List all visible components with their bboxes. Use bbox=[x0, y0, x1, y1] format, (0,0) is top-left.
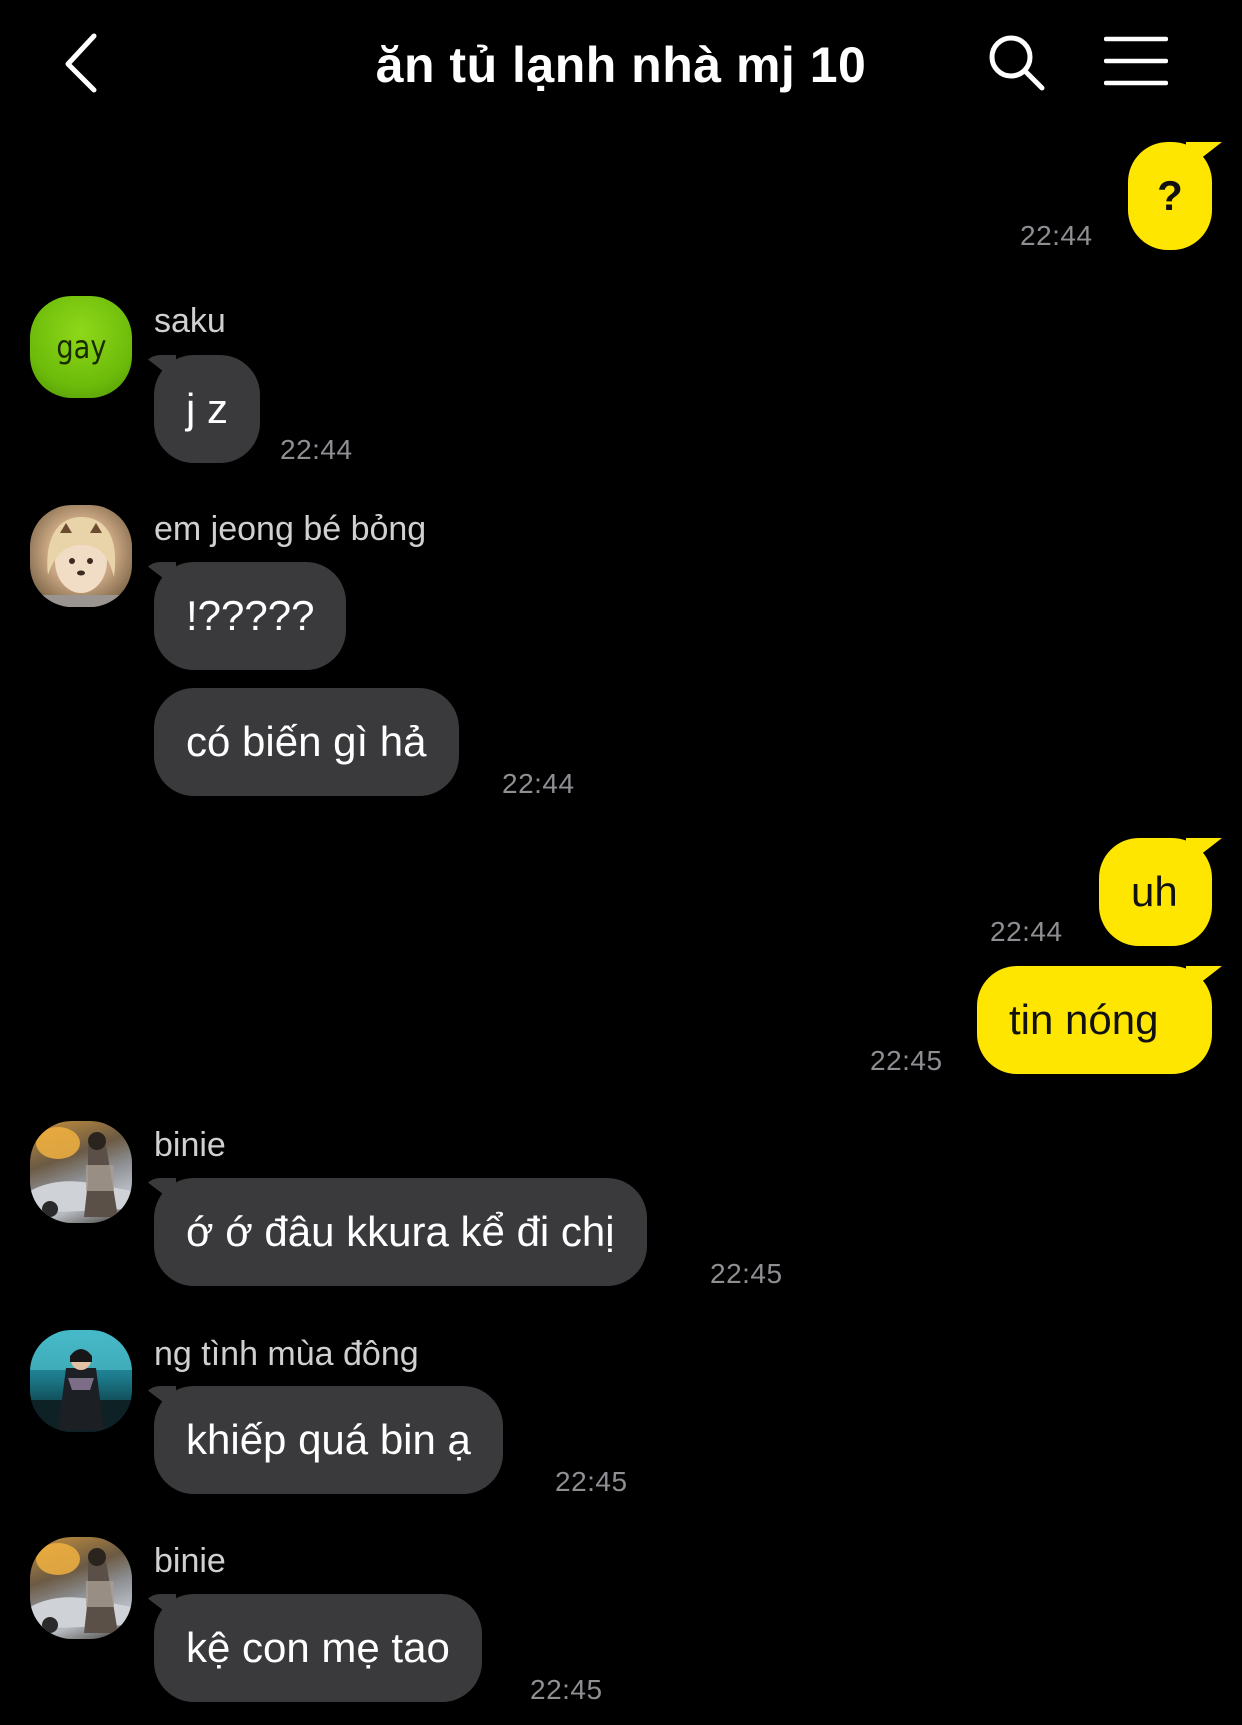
menu-button[interactable] bbox=[1103, 34, 1169, 88]
message-text: ớ ớ đâu kkura kể đi chị bbox=[186, 1208, 615, 1255]
message-timestamp: 22:44 bbox=[990, 916, 1063, 947]
avatar-binie[interactable] bbox=[30, 1537, 132, 1639]
message-timestamp: 22:45 bbox=[710, 1258, 783, 1289]
their-message-bubble[interactable]: j z bbox=[154, 355, 260, 463]
search-icon bbox=[989, 35, 1045, 91]
avatar-binie[interactable] bbox=[30, 1121, 132, 1223]
message-timestamp: 22:44 bbox=[502, 768, 575, 799]
avatar-saku[interactable]: gay bbox=[30, 296, 132, 398]
message-timestamp: 22:44 bbox=[280, 434, 353, 465]
profile-photo-icon bbox=[30, 1127, 132, 1217]
profile-photo-icon bbox=[30, 1543, 132, 1633]
message-text: !????? bbox=[186, 592, 315, 639]
message-text: uh bbox=[1131, 868, 1178, 915]
avatar-em-jeong[interactable] bbox=[30, 505, 132, 607]
sender-name: binie bbox=[154, 1126, 226, 1164]
sender-name: em jeong bé bỏng bbox=[154, 510, 427, 548]
my-message-bubble[interactable]: ? bbox=[1128, 142, 1212, 250]
sender-name: binie bbox=[154, 1542, 226, 1580]
profile-photo-icon bbox=[30, 517, 132, 607]
their-message-bubble[interactable]: có biến gì hả bbox=[154, 688, 459, 796]
avatar-ng-tinh-mua-dong[interactable] bbox=[30, 1330, 132, 1432]
profile-photo-icon bbox=[30, 1330, 132, 1432]
message-timestamp: 22:45 bbox=[555, 1466, 628, 1497]
message-text: khiếp quá bin ạ bbox=[186, 1416, 471, 1463]
sender-name: ng tình mùa đông bbox=[154, 1335, 419, 1373]
message-text: ? bbox=[1157, 172, 1183, 219]
message-text: j z bbox=[186, 385, 228, 432]
their-message-bubble[interactable]: !????? bbox=[154, 562, 347, 670]
my-message-bubble[interactable]: uh bbox=[1099, 838, 1212, 946]
search-button[interactable] bbox=[986, 32, 1048, 94]
hamburger-menu-icon bbox=[1103, 36, 1169, 86]
their-message-bubble[interactable]: kệ con mẹ tao bbox=[154, 1594, 482, 1702]
my-message-bubble[interactable]: tin nóng bbox=[977, 966, 1212, 1074]
chat-title: ăn tủ lạnh nhà mj 10 bbox=[375, 37, 867, 93]
message-text: kệ con mẹ tao bbox=[186, 1624, 450, 1671]
message-text: tin nóng bbox=[1009, 996, 1159, 1043]
chat-header: ăn tủ lạnh nhà mj 10 bbox=[0, 0, 1242, 130]
message-timestamp: 22:45 bbox=[870, 1045, 943, 1076]
message-timestamp: 22:45 bbox=[530, 1674, 603, 1705]
their-message-bubble[interactable]: ớ ớ đâu kkura kể đi chị bbox=[154, 1178, 647, 1286]
sender-name: saku bbox=[154, 302, 226, 340]
message-text: có biến gì hả bbox=[186, 718, 427, 765]
their-message-bubble[interactable]: khiếp quá bin ạ bbox=[154, 1386, 503, 1494]
message-timestamp: 22:44 bbox=[1020, 220, 1093, 251]
